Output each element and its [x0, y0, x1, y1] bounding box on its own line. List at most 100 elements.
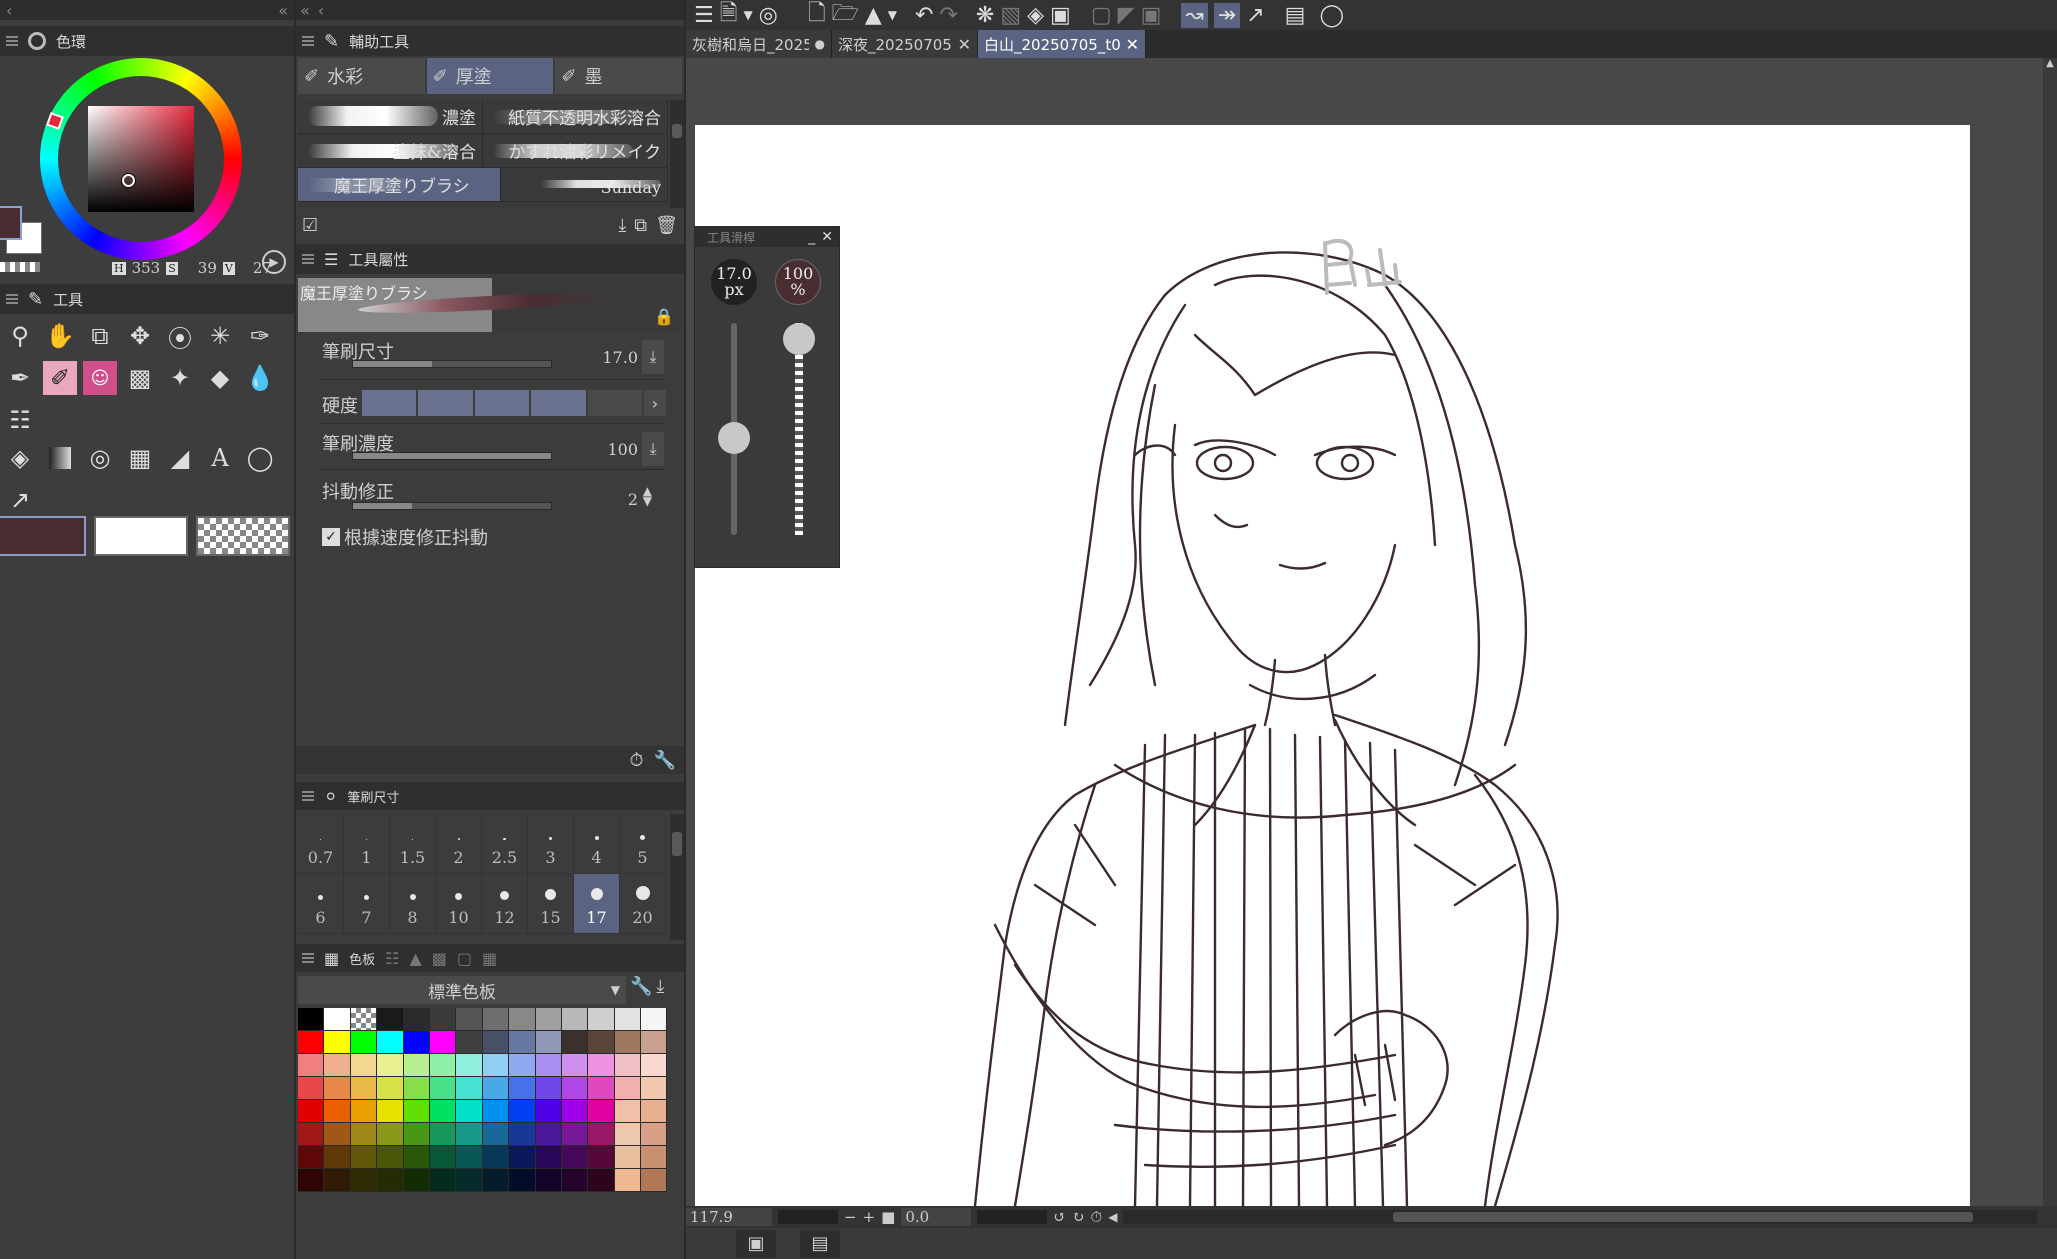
brush-size-cell[interactable]: 2 [436, 814, 482, 874]
palette-swatch[interactable] [641, 1077, 668, 1100]
panel-menu-icon[interactable] [6, 294, 18, 304]
fill-icon[interactable]: ◈ [1027, 3, 1044, 28]
saturation-value-square[interactable] [88, 106, 194, 212]
palette-swatch[interactable] [641, 1008, 668, 1031]
brush-item[interactable]: かすれ油彩リメイク [483, 134, 668, 167]
sparkle-tool-icon[interactable]: ✦ [160, 358, 200, 398]
left-collapse-icon[interactable]: « [278, 1, 288, 20]
horizontal-scrollbar[interactable] [1123, 1210, 2037, 1224]
panel-menu-icon[interactable] [302, 254, 314, 264]
property-wrench-icon[interactable]: 🔧 [654, 750, 676, 771]
palette-swatch[interactable] [456, 1100, 483, 1123]
palette-swatch[interactable] [588, 1077, 615, 1100]
zoom-value[interactable]: 117.9 [686, 1208, 772, 1226]
palette-swatch[interactable] [588, 1146, 615, 1169]
density-slider[interactable] [352, 452, 552, 460]
correct-line-tool-icon[interactable]: ↗ [0, 480, 40, 520]
canvas-vertical-scrollbar[interactable]: ▲ [2043, 58, 2057, 1206]
palette-swatch[interactable] [456, 1123, 483, 1146]
brush-size-cell[interactable]: 0.7 [298, 814, 344, 874]
color-chip-transparent[interactable] [196, 516, 290, 556]
palette-swatch[interactable] [298, 1031, 325, 1054]
snap-grid-icon[interactable]: ↗ [1246, 3, 1264, 28]
palette-swatch[interactable] [509, 1008, 536, 1031]
pen-tool-icon[interactable]: ✒ [0, 358, 40, 398]
palette-swatch[interactable] [324, 1054, 351, 1077]
palette-swatch[interactable] [509, 1031, 536, 1054]
palette-swatch[interactable] [377, 1031, 404, 1054]
tab-ink[interactable]: ✐ 墨 [555, 58, 683, 94]
chevron-left-icon[interactable]: ◀ [1108, 1210, 1117, 1224]
brush-item[interactable]: 濃塗 [298, 100, 483, 133]
palette-swatch[interactable] [509, 1100, 536, 1123]
palette-swatch[interactable] [482, 1100, 510, 1123]
palette-swatch[interactable] [429, 1077, 457, 1100]
transform-icon[interactable]: ▣ [1050, 3, 1071, 28]
palette-swatch[interactable] [641, 1031, 668, 1054]
palette-swatch[interactable] [298, 1077, 325, 1100]
palette-swatch[interactable] [350, 1146, 378, 1169]
palette-swatch[interactable] [403, 1077, 430, 1100]
mid-collapse-icon[interactable]: « [300, 1, 310, 20]
palette-tab-4-icon[interactable]: ▩ [432, 949, 447, 968]
palette-swatch[interactable] [298, 1100, 325, 1123]
palette-swatch[interactable] [429, 1031, 457, 1054]
brush-size-cell[interactable]: 12 [482, 874, 528, 934]
brush-tool-icon-active[interactable]: ✐ [43, 361, 77, 395]
palette-swatch[interactable] [561, 1169, 589, 1192]
text-tool-icon[interactable]: A [200, 438, 240, 478]
panel-menu-icon[interactable] [302, 36, 314, 46]
tab-watercolor[interactable]: ✐ 水彩 [298, 58, 425, 94]
decoration-tool-icon[interactable]: ☺ [83, 361, 117, 395]
brush-size-cell[interactable]: 1 [344, 814, 390, 874]
panel-menu-icon[interactable] [302, 791, 314, 801]
brush-size-cell[interactable]: 4 [574, 814, 620, 874]
clip-studio-icon[interactable]: ◎ [759, 3, 778, 28]
palette-swatch[interactable] [535, 1054, 562, 1077]
palette-swatch[interactable] [377, 1100, 404, 1123]
size-slider-knob[interactable] [718, 422, 750, 454]
snap-special-ruler-icon[interactable]: ↠ [1213, 2, 1241, 28]
palette-swatch[interactable] [588, 1123, 615, 1146]
open-folder-icon[interactable]: 🗁 [832, 0, 859, 34]
palette-swatch[interactable] [298, 1054, 325, 1077]
palette-swatch[interactable] [561, 1054, 589, 1077]
palette-swatch[interactable] [403, 1146, 430, 1169]
palette-swatch[interactable] [377, 1077, 404, 1100]
palette-swatch[interactable] [350, 1169, 378, 1192]
chevron-down-icon[interactable]: ▼ [743, 8, 752, 22]
palette-swatch[interactable] [350, 1100, 378, 1123]
palette-swatch[interactable] [588, 1031, 615, 1054]
palette-swatch[interactable] [482, 1123, 510, 1146]
palette-tab-3-icon[interactable]: ▲ [409, 949, 421, 968]
navigator-tab-icon[interactable]: ▣ [736, 1229, 776, 1258]
palette-swatch[interactable] [429, 1123, 457, 1146]
new-document-icon[interactable]: 🗋 [808, 0, 826, 34]
palette-swatch[interactable] [614, 1077, 642, 1100]
palette-swatch[interactable] [614, 1146, 642, 1169]
document-tab[interactable]: 灰樹和烏日_2025 ● [686, 30, 832, 58]
palette-swatch[interactable] [377, 1146, 404, 1169]
main-color-swatch[interactable] [0, 206, 22, 240]
palette-swatch[interactable] [429, 1169, 457, 1192]
clear-selection-icon[interactable]: ▧ [1000, 3, 1021, 28]
palette-set-select[interactable]: 標準色板 ▼ [298, 976, 626, 1004]
hardness-segments[interactable] [362, 390, 643, 416]
palette-swatch[interactable] [641, 1123, 668, 1146]
brush-size-cell[interactable]: 8 [390, 874, 436, 934]
palette-swatch[interactable] [561, 1100, 589, 1123]
subtool-settings-icon[interactable]: ☑ [302, 215, 318, 236]
palette-swatch[interactable] [561, 1008, 589, 1031]
color-mode-toggle-icon[interactable]: ▶ [262, 250, 286, 274]
palette-swatch[interactable] [403, 1031, 430, 1054]
brush-item[interactable]: Sunday [501, 168, 668, 201]
palette-tab-6-icon[interactable]: ▦ [482, 949, 497, 968]
delete-subtool-icon[interactable]: 🗑 [655, 215, 678, 236]
hand-tool-icon[interactable]: ✋ [40, 316, 80, 356]
new-file-icon[interactable]: 🗎 [720, 0, 738, 34]
palette-swatch[interactable] [535, 1146, 562, 1169]
selection-tool-3-icon[interactable]: ▣ [1141, 3, 1162, 28]
palette-swatch[interactable] [350, 1054, 378, 1077]
brush-size-cell[interactable]: 1.5 [390, 814, 436, 874]
close-icon[interactable]: ✕ [821, 229, 833, 245]
